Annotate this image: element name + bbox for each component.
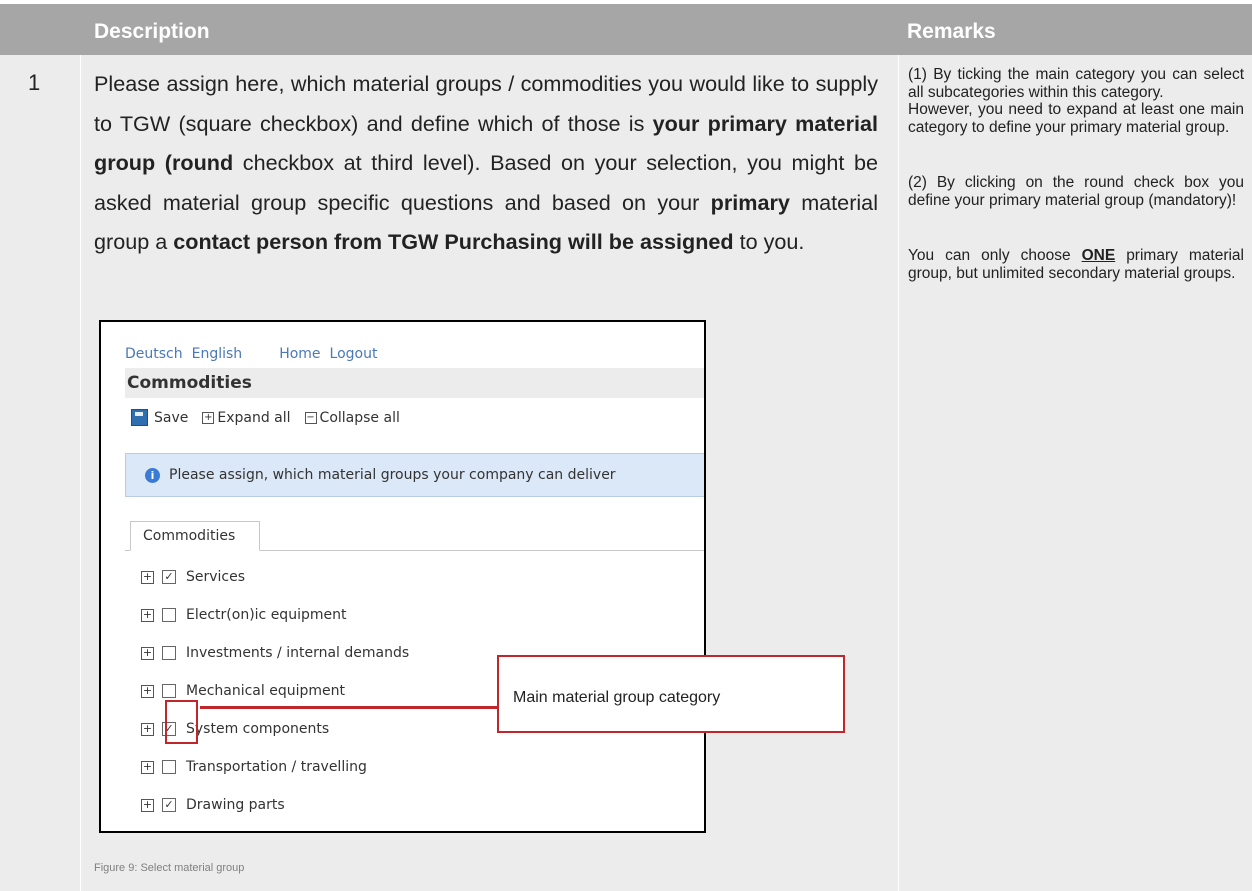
row-number: 1 [28,70,41,95]
row-remarks: (1) By ticking the main category you can… [908,66,1244,282]
checkbox[interactable] [162,646,176,660]
checkbox[interactable] [162,760,176,774]
remark-1b: However, you need to expand at least one… [908,101,1244,136]
tree-item[interactable]: + Electr(on)ic equipment [141,605,346,625]
toolbar: Save + Expand all − Collapse all [131,409,400,426]
expand-node-icon[interactable]: + [141,646,154,660]
column-divider [898,55,899,891]
info-icon: i [145,468,160,483]
commodities-screenshot: Deutsch English Home Logout Commodities Sav… [99,320,706,833]
info-text: Please assign, which material groups you… [169,467,616,483]
info-message: i Please assign, which material groups y… [125,453,704,497]
column-divider [80,55,81,891]
callout-box: Main material group category [497,655,845,733]
highlight-box [165,700,198,744]
expand-node-icon[interactable]: + [141,684,154,698]
tree-item[interactable]: + ✓ Services [141,567,245,587]
tree-item[interactable]: + Transportation / travelling [141,757,367,777]
tab-commodities[interactable]: Commodities [130,521,260,551]
page-title: Commodities [127,373,252,393]
expand-node-icon[interactable]: + [141,760,154,774]
checkbox[interactable]: ✓ [162,798,176,812]
nav-logout-link[interactable]: Logout [330,346,378,362]
remark-2: (2) By clicking on the round check box y… [908,174,1244,209]
checkbox[interactable] [162,684,176,698]
tree-item[interactable]: + Investments / internal demands [141,643,409,663]
row-description: Please assign here, which material group… [94,71,878,254]
remarks-column-header: Remarks [907,20,996,43]
figure-caption: Figure 9: Select material group [94,862,245,874]
callout-connector [200,706,497,709]
remark-3: You can only choose ONE primary material… [908,247,1244,282]
tree-item[interactable]: + ✓ Drawing parts [141,795,285,815]
top-navigation: Deutsch English Home Logout [125,346,386,362]
expand-node-icon[interactable]: + [141,722,154,736]
collapse-icon[interactable]: − [304,411,317,424]
table-header: Description Remarks [0,4,1252,55]
expand-icon[interactable]: + [202,411,215,424]
nav-deutsch-link[interactable]: Deutsch [125,346,183,362]
nav-english-link[interactable]: English [192,346,243,362]
save-icon[interactable] [131,409,148,426]
description-column-header: Description [94,20,210,43]
page-title-bar: Commodities [125,368,704,398]
remark-1a: (1) By ticking the main category you can… [908,66,1244,101]
collapse-all-button[interactable]: Collapse all [320,410,400,426]
checkbox[interactable] [162,608,176,622]
expand-node-icon[interactable]: + [141,570,154,584]
save-button[interactable]: Save [154,410,188,426]
callout-text: Main material group category [513,689,721,706]
nav-home-link[interactable]: Home [279,346,320,362]
expand-node-icon[interactable]: + [141,798,154,812]
expand-all-button[interactable]: Expand all [217,410,290,426]
tree-item[interactable]: + Mechanical equipment [141,681,345,701]
checkbox[interactable]: ✓ [162,570,176,584]
expand-node-icon[interactable]: + [141,608,154,622]
